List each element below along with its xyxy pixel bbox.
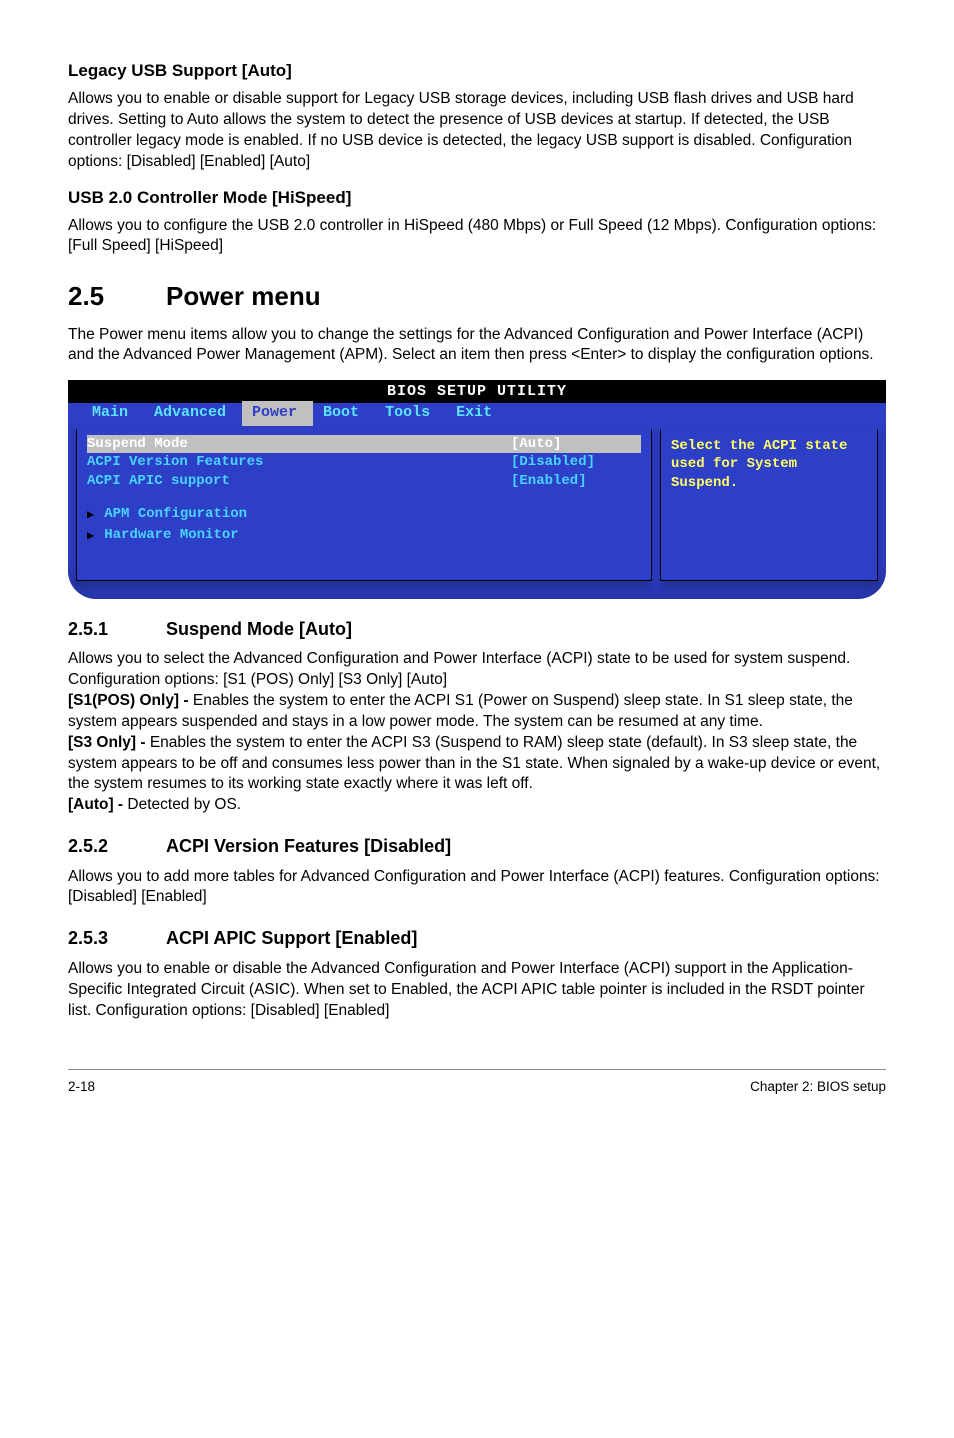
suspend-mode-heading: 2.5.1Suspend Mode [Auto] xyxy=(68,617,886,641)
bios-help-panel: Select the ACPI state used for System Su… xyxy=(660,429,878,581)
bios-submenu-apm[interactable]: ▶ APM Configuration xyxy=(87,505,641,524)
subsection-title: Suspend Mode [Auto] xyxy=(166,619,352,639)
bios-tab-power[interactable]: Power xyxy=(242,401,313,425)
suspend-mode-auto: [Auto] - Detected by OS. xyxy=(68,795,886,816)
bios-value: [Enabled] xyxy=(511,472,641,491)
legacy-usb-heading: Legacy USB Support [Auto] xyxy=(68,60,886,83)
bios-submenu-hwmon[interactable]: ▶ Hardware Monitor xyxy=(87,526,641,545)
s1-label: [S1(POS) Only] - xyxy=(68,692,193,709)
acpi-apic-heading: 2.5.3ACPI APIC Support [Enabled] xyxy=(68,926,886,950)
section-number: 2.5 xyxy=(68,279,166,314)
bios-tab-exit[interactable]: Exit xyxy=(446,401,508,425)
subsection-number: 2.5.2 xyxy=(68,834,166,858)
chapter-label: Chapter 2: BIOS setup xyxy=(750,1078,886,1096)
subsection-number: 2.5.3 xyxy=(68,926,166,950)
bios-body: Suspend Mode [Auto] ACPI Version Feature… xyxy=(68,429,886,581)
bios-label: ACPI APIC support xyxy=(87,472,511,491)
section-name: Power menu xyxy=(166,281,321,311)
subsection-number: 2.5.1 xyxy=(68,617,166,641)
page-number: 2-18 xyxy=(68,1078,95,1096)
bios-tab-tools[interactable]: Tools xyxy=(375,401,446,425)
bios-left-panel: Suspend Mode [Auto] ACPI Version Feature… xyxy=(76,429,652,581)
legacy-usb-body: Allows you to enable or disable support … xyxy=(68,89,886,173)
s3-text: Enables the system to enter the ACPI S3 … xyxy=(68,734,880,793)
s3-label: [S3 Only] - xyxy=(68,734,150,751)
bios-submenu-label: APM Configuration xyxy=(104,505,247,524)
bios-row-acpi-version[interactable]: ACPI Version Features [Disabled] xyxy=(87,453,641,472)
suspend-mode-intro: Allows you to select the Advanced Config… xyxy=(68,649,886,691)
bios-value: [Auto] xyxy=(511,435,641,454)
chevron-right-icon: ▶ xyxy=(87,507,94,523)
acpi-version-body: Allows you to add more tables for Advanc… xyxy=(68,867,886,909)
suspend-mode-s1: [S1(POS) Only] - Enables the system to e… xyxy=(68,691,886,733)
usb20-body: Allows you to configure the USB 2.0 cont… xyxy=(68,216,886,258)
bios-title: BIOS SETUP UTILITY xyxy=(68,380,886,402)
power-menu-title: 2.5Power menu xyxy=(68,279,886,314)
page-footer: 2-18 Chapter 2: BIOS setup xyxy=(68,1069,886,1096)
bios-screenshot: BIOS SETUP UTILITY Main Advanced Power B… xyxy=(68,380,886,598)
chevron-right-icon: ▶ xyxy=(87,528,94,544)
bios-label: Suspend Mode xyxy=(87,435,511,454)
acpi-apic-body: Allows you to enable or disable the Adva… xyxy=(68,959,886,1022)
subsection-title: ACPI Version Features [Disabled] xyxy=(166,836,451,856)
bios-row-suspend-mode[interactable]: Suspend Mode [Auto] xyxy=(87,435,641,454)
bios-tab-bar: Main Advanced Power Boot Tools Exit xyxy=(68,403,886,425)
auto-text: Detected by OS. xyxy=(127,796,241,813)
subsection-title: ACPI APIC Support [Enabled] xyxy=(166,928,417,948)
bios-tab-boot[interactable]: Boot xyxy=(313,401,375,425)
auto-label: [Auto] - xyxy=(68,796,127,813)
suspend-mode-s3: [S3 Only] - Enables the system to enter … xyxy=(68,733,886,796)
bios-submenu-label: Hardware Monitor xyxy=(104,526,238,545)
usb20-heading: USB 2.0 Controller Mode [HiSpeed] xyxy=(68,187,886,210)
bios-label: ACPI Version Features xyxy=(87,453,511,472)
bios-row-acpi-apic[interactable]: ACPI APIC support [Enabled] xyxy=(87,472,641,491)
acpi-version-heading: 2.5.2ACPI Version Features [Disabled] xyxy=(68,834,886,858)
bios-tab-main[interactable]: Main xyxy=(82,401,144,425)
bios-tab-advanced[interactable]: Advanced xyxy=(144,401,242,425)
bios-help-text: Select the ACPI state used for System Su… xyxy=(671,438,847,492)
power-menu-body: The Power menu items allow you to change… xyxy=(68,325,886,367)
bios-value: [Disabled] xyxy=(511,453,641,472)
